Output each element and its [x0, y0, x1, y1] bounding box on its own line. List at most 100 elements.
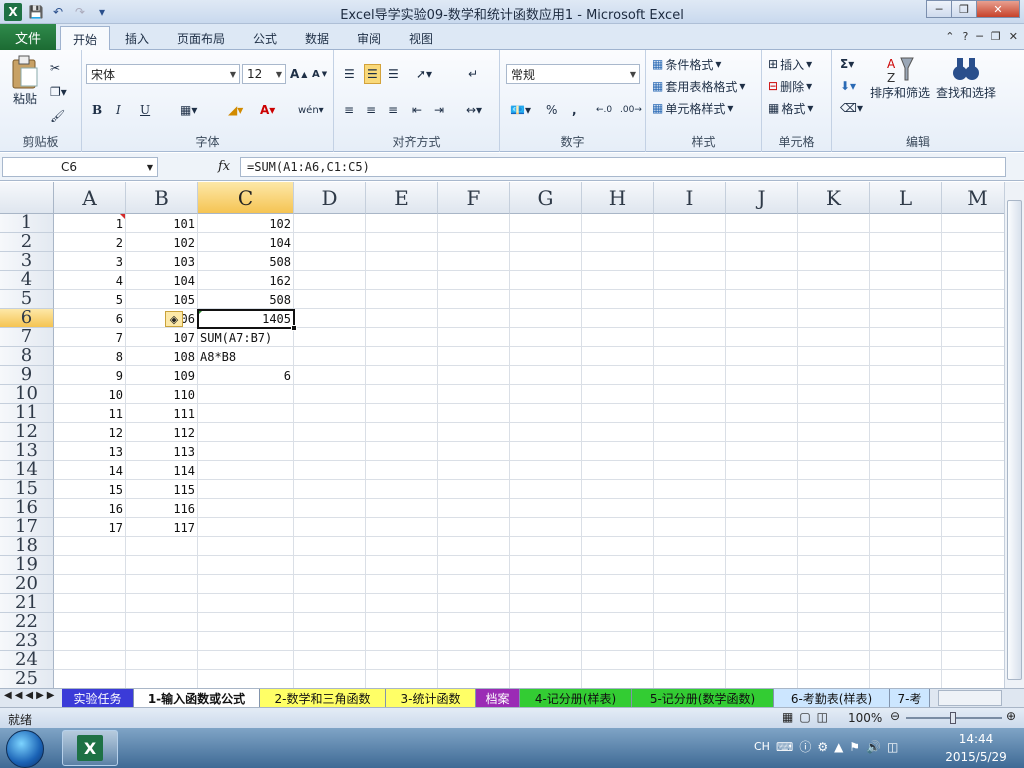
tab-data[interactable]: 数据: [294, 26, 340, 50]
column-header-f[interactable]: F: [438, 182, 510, 214]
percent-style-button[interactable]: %: [546, 100, 557, 120]
sheet-nav-icon[interactable]: ◀◀◀▶▶: [4, 690, 57, 701]
cell-c3[interactable]: 508: [198, 252, 294, 271]
increase-decimal-icon[interactable]: ←.0: [596, 100, 612, 120]
cell-b8[interactable]: 108: [126, 347, 198, 366]
paste-button[interactable]: 粘贴: [6, 54, 44, 107]
accounting-format-icon[interactable]: 💶▾: [510, 100, 531, 120]
minimize-button[interactable]: ─: [926, 0, 952, 18]
align-bottom-icon[interactable]: ☰: [388, 64, 399, 84]
format-cells-button[interactable]: ▦ 格式 ▾: [768, 98, 813, 118]
tab-file[interactable]: 文件: [0, 24, 56, 50]
cell-a1[interactable]: 1: [54, 214, 126, 233]
column-header-c[interactable]: C: [198, 182, 294, 214]
number-format-select[interactable]: 常规 ▼: [506, 64, 640, 84]
column-header-g[interactable]: G: [510, 182, 582, 214]
cell-c4[interactable]: 162: [198, 271, 294, 290]
zoom-slider-thumb[interactable]: [950, 712, 956, 724]
column-header-h[interactable]: H: [582, 182, 654, 214]
help-icon[interactable]: ?: [962, 30, 968, 43]
cell-a3[interactable]: 3: [54, 252, 126, 271]
input-language[interactable]: CH: [754, 740, 770, 753]
tab-home[interactable]: 开始: [60, 26, 110, 51]
borders-icon[interactable]: ▦▾: [180, 100, 197, 120]
font-name-select[interactable]: 宋体 ▼: [86, 64, 240, 84]
orientation-icon[interactable]: ➚▾: [416, 64, 432, 84]
doc-close-icon[interactable]: ✕: [1009, 30, 1018, 43]
cell-b3[interactable]: 103: [126, 252, 198, 271]
view-mode-icons[interactable]: ▦▢◫: [782, 710, 834, 724]
cell-b11[interactable]: 111: [126, 404, 198, 423]
comma-style-button[interactable]: ,: [572, 100, 577, 120]
cell-c7[interactable]: SUM(A7:B7): [198, 328, 374, 347]
formula-input[interactable]: =SUM(A1:A6,C1:C5): [240, 157, 1006, 177]
cell-a10[interactable]: 10: [54, 385, 126, 404]
tab-review[interactable]: 审阅: [346, 26, 392, 50]
sheet-tab[interactable]: 实验任务: [62, 689, 134, 707]
tab-page-layout[interactable]: 页面布局: [166, 26, 236, 50]
vertical-scrollbar[interactable]: [1004, 182, 1024, 688]
cell-b4[interactable]: 104: [126, 271, 198, 290]
cell-b16[interactable]: 116: [126, 499, 198, 518]
font-color-icon[interactable]: A▾: [260, 100, 275, 120]
row-header-25[interactable]: 25: [0, 670, 54, 688]
column-header-b[interactable]: B: [126, 182, 198, 214]
cell-a15[interactable]: 15: [54, 480, 126, 499]
zoom-level[interactable]: 100%: [848, 711, 882, 725]
cell-b1[interactable]: 101: [126, 214, 198, 233]
cell-a13[interactable]: 13: [54, 442, 126, 461]
insert-cells-button[interactable]: ⊞ 插入 ▾: [768, 54, 812, 74]
font-size-select[interactable]: 12 ▼: [242, 64, 286, 84]
insert-function-button[interactable]: fx: [218, 159, 230, 174]
cell-a5[interactable]: 5: [54, 290, 126, 309]
cell-c1[interactable]: 102: [198, 214, 294, 233]
align-middle-icon[interactable]: ☰: [364, 64, 381, 84]
find-select-button[interactable]: 查找和选择: [934, 54, 998, 101]
cell-a7[interactable]: 7: [54, 328, 126, 347]
cell-b10[interactable]: 110: [126, 385, 198, 404]
vertical-scroll-thumb[interactable]: [1007, 200, 1022, 680]
underline-button[interactable]: U: [140, 100, 150, 120]
copy-icon[interactable]: ❐▾: [50, 82, 67, 102]
cell-b2[interactable]: 102: [126, 233, 198, 252]
decrease-indent-icon[interactable]: ⇤: [412, 100, 422, 120]
start-button[interactable]: [6, 730, 44, 768]
bold-button[interactable]: B: [92, 100, 102, 120]
cell-b7[interactable]: 107: [126, 328, 198, 347]
cell-a6[interactable]: 6: [54, 309, 126, 328]
zoom-out-icon[interactable]: ⊖: [890, 709, 900, 723]
column-header-j[interactable]: J: [726, 182, 798, 214]
conditional-formatting-button[interactable]: ▦ 条件格式 ▾: [652, 54, 721, 74]
column-header-l[interactable]: L: [870, 182, 942, 214]
clock-time[interactable]: 14:44: [938, 732, 1014, 746]
column-header-i[interactable]: I: [654, 182, 726, 214]
align-center-icon[interactable]: ≡: [366, 100, 376, 120]
fill-handle[interactable]: [291, 325, 297, 331]
name-box[interactable]: C6 ▼: [2, 157, 158, 177]
column-header-k[interactable]: K: [798, 182, 870, 214]
cell-b17[interactable]: 117: [126, 518, 198, 537]
cell-a12[interactable]: 12: [54, 423, 126, 442]
increase-indent-icon[interactable]: ⇥: [434, 100, 444, 120]
cell-b6[interactable]: 106: [126, 309, 198, 328]
fill-icon[interactable]: ⬇▾: [840, 76, 856, 96]
select-all-corner[interactable]: [0, 182, 54, 214]
merge-center-icon[interactable]: ↔▾: [466, 100, 482, 120]
autosum-icon[interactable]: Σ▾: [840, 54, 854, 74]
cell-b9[interactable]: 109: [126, 366, 198, 385]
cell-c8[interactable]: A8*B8: [198, 347, 374, 366]
doc-minimize-icon[interactable]: ─: [976, 30, 983, 43]
cell-b5[interactable]: 105: [126, 290, 198, 309]
sheet-tab[interactable]: 5-记分册(数学函数): [632, 689, 774, 707]
tab-view[interactable]: 视图: [398, 26, 444, 50]
cell-a17[interactable]: 17: [54, 518, 126, 537]
sheet-tab[interactable]: 1-输入函数或公式: [134, 689, 260, 707]
worksheet-grid[interactable]: A B C D E F G H I J K L M 1 2 3 4 5 6 7 8 9 10 11 12 13 14 15 16 17 18…: [0, 182, 1004, 688]
wrap-text-icon[interactable]: ↵: [468, 64, 478, 84]
zoom-in-icon[interactable]: ⊕: [1006, 709, 1016, 723]
sheet-tab[interactable]: 6-考勤表(样表): [774, 689, 890, 707]
restore-button[interactable]: ❐: [951, 0, 977, 18]
sheet-tab[interactable]: 7-考: [890, 689, 930, 707]
close-button[interactable]: ✕: [976, 0, 1020, 18]
sheet-tab[interactable]: 3-统计函数: [386, 689, 476, 707]
